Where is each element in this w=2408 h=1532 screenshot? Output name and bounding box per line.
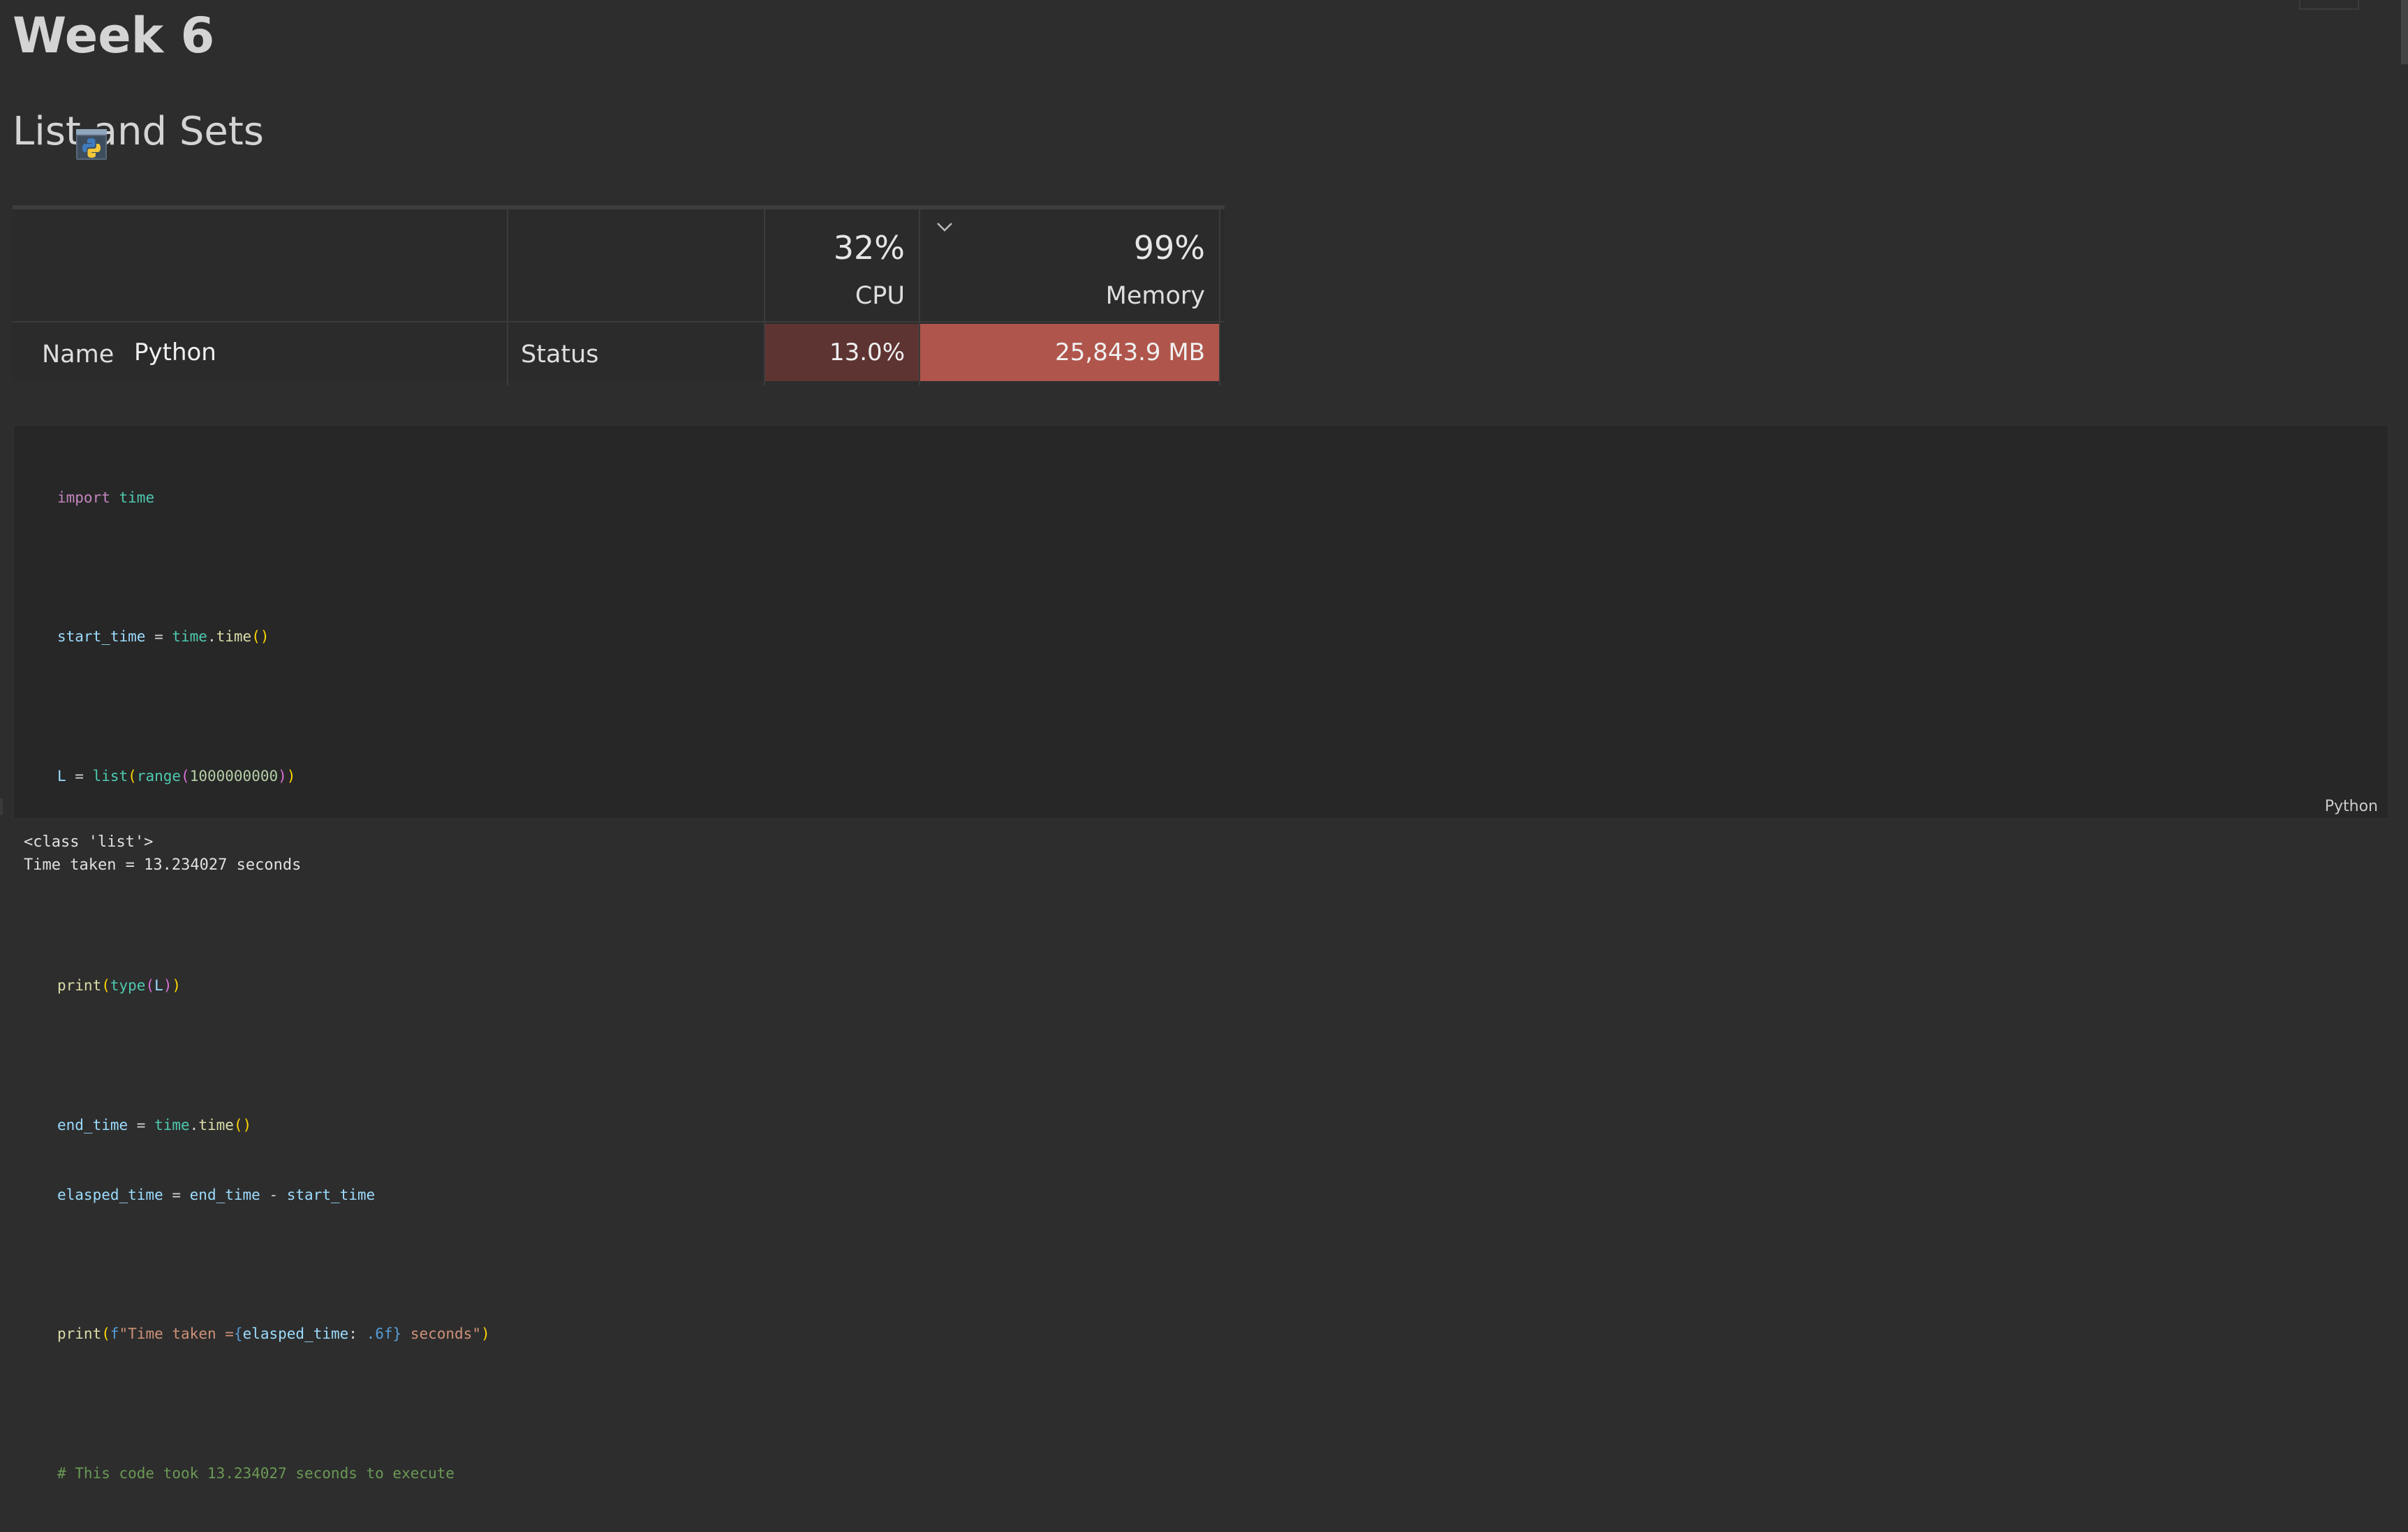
- cpu-label: CPU: [855, 282, 905, 310]
- output-line: <class 'list'>: [24, 833, 154, 851]
- column-header-cpu: 32% CPU: [765, 209, 919, 322]
- output-line: Time taken = 13.234027 seconds: [24, 856, 302, 874]
- code-line: L = list(range(1000000000)): [57, 768, 296, 785]
- process-cpu-cell: 13.0%: [765, 324, 919, 381]
- code-line: elasped_time = end_time - start_time: [57, 1186, 376, 1203]
- cell-status-marker: [0, 798, 3, 815]
- code-line: start_time = time.time(): [57, 628, 269, 646]
- code-cell[interactable]: import time start_time = time.time() L =…: [13, 424, 2389, 1482]
- process-memory-cell: 25,843.9 MB: [920, 324, 1219, 381]
- chevron-down-icon: [937, 223, 952, 232]
- code-editor[interactable]: import time start_time = time.time() L =…: [57, 440, 490, 1532]
- column-divider: [1219, 209, 1220, 385]
- task-manager-image: Name Status 32% CPU 99% Memory Python 13…: [13, 205, 1225, 385]
- code-line: import time: [57, 489, 155, 506]
- memory-total-percent: 99%: [1133, 229, 1205, 267]
- markdown-heading-1: Week 6: [13, 7, 215, 64]
- process-name: Python: [134, 339, 216, 366]
- code-line: print(f"Time taken ={elasped_time: .6f} …: [57, 1325, 490, 1343]
- markdown-heading-2: List and Sets: [13, 109, 264, 154]
- code-line: end_time = time.time(): [57, 1116, 252, 1133]
- process-name-cell: Python: [13, 324, 507, 381]
- process-status-cell: [508, 324, 764, 381]
- cell-toolbar-button[interactable]: [2299, 0, 2359, 10]
- code-line: # This code took 13.234027 seconds to ex…: [57, 1465, 455, 1482]
- column-header-memory: 99% Memory: [920, 209, 1219, 322]
- cpu-total-percent: 32%: [833, 229, 905, 267]
- code-line: print(type(L)): [57, 976, 182, 994]
- cell-output: <class 'list'> Time taken = 13.234027 sec…: [24, 831, 301, 877]
- cell-language-label[interactable]: Python: [2325, 798, 2378, 815]
- process-memory: 25,843.9 MB: [1055, 339, 1205, 366]
- scrollbar-thumb[interactable]: [2401, 0, 2408, 64]
- memory-label: Memory: [1105, 282, 1205, 310]
- python-app-icon: [76, 129, 107, 160]
- process-cpu: 13.0%: [829, 339, 905, 366]
